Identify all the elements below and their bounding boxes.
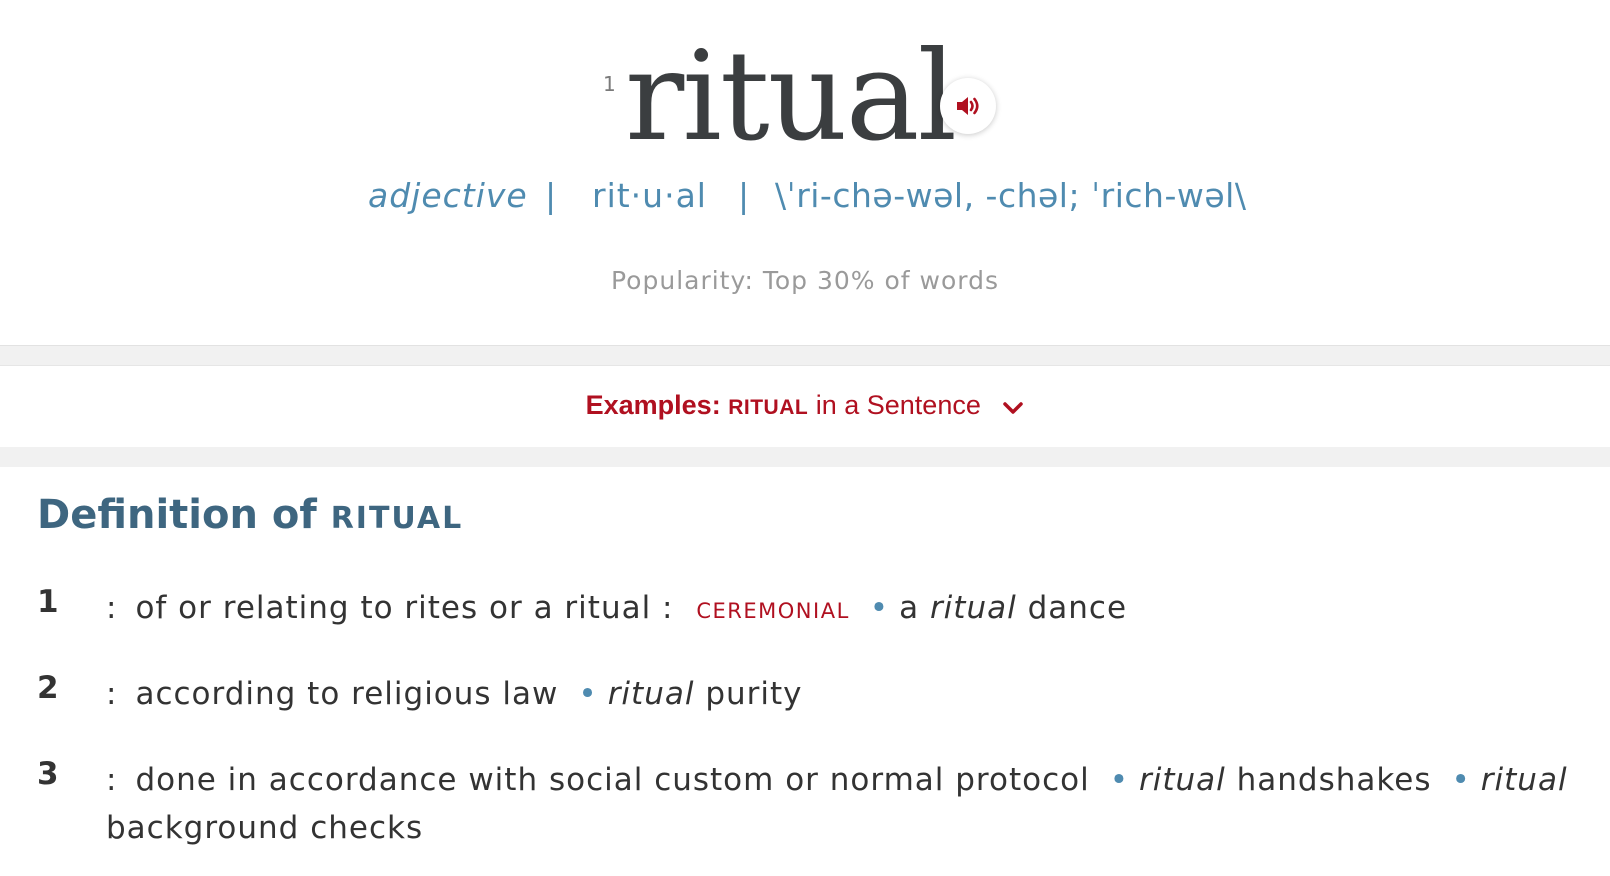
example-post: purity [694, 676, 803, 712]
definition-heading: Definition of RITUAL [37, 492, 463, 538]
chevron-down-icon [1002, 391, 1024, 422]
headword-row: 1 ritual [0, 32, 1610, 162]
sense-colon: : [106, 676, 118, 712]
bullet-icon: • [1109, 762, 1129, 798]
example-italic: ritual [1139, 762, 1226, 798]
sense-colon: : [106, 590, 118, 626]
syllables: rit·u·al [592, 176, 707, 215]
popularity-label: Popularity: Top 30% of words [611, 266, 999, 295]
sense-body: : done in accordance with social custom o… [106, 756, 1576, 852]
examples-label-rest: in a Sentence [808, 390, 981, 420]
examples-word: RITUAL [728, 396, 809, 419]
definition-heading-text: Definition of [37, 492, 331, 538]
headword: ritual [625, 25, 957, 169]
sense-number: 2 [37, 670, 60, 706]
pronunciation: \ˈri-chə-wəl, -chəl; ˈrich-wəl\ [775, 176, 1247, 215]
sense-text: according to religious law [135, 676, 559, 712]
pronunciation-audio-button[interactable] [940, 78, 996, 134]
section-divider [0, 447, 1610, 467]
sense-text: done in accordance with social custom or… [135, 762, 1090, 798]
examples-label: Examples: RITUAL in a Sentence [0, 390, 1610, 422]
example-pre: a [899, 590, 930, 626]
sense-body: : according to religious law • ritual purit… [106, 670, 1576, 718]
example-italic: ritual [929, 590, 1017, 626]
entry-header: 1 ritual adjective | rit·u·al | \ˈri-chə… [0, 0, 1610, 345]
bullet-icon: • [578, 676, 598, 712]
section-divider [0, 345, 1610, 366]
examples-toggle[interactable]: Examples: RITUAL in a Sentence [0, 365, 1610, 449]
sense-text: of or relating to rites or a ritual : [135, 590, 674, 626]
example-italic: ritual [607, 676, 695, 712]
example-italic: ritual [1480, 762, 1568, 798]
bullet-icon: • [869, 590, 890, 626]
bullet-icon: • [1451, 762, 1471, 798]
speaker-icon [957, 97, 979, 115]
synonym-link[interactable]: CEREMONIAL [696, 599, 849, 623]
example-post: handshakes [1225, 762, 1432, 798]
homograph-number: 1 [603, 72, 616, 96]
sense-number: 1 [37, 584, 60, 620]
examples-label-bold: Examples: [585, 390, 721, 420]
sense-body: : of or relating to rites or a ritual : C… [106, 584, 1576, 635]
dictionary-page: 1 ritual adjective | rit·u·al | \ˈri-chə… [0, 0, 1610, 876]
example-post: dance [1016, 590, 1128, 626]
separator: | [738, 176, 750, 215]
example-post: background checks [106, 810, 424, 846]
sense-number: 3 [37, 756, 60, 792]
sense-colon: : [106, 762, 118, 798]
definition-heading-word: RITUAL [330, 501, 464, 536]
separator: | [545, 176, 557, 215]
part-of-speech-link[interactable]: adjective [368, 176, 528, 215]
